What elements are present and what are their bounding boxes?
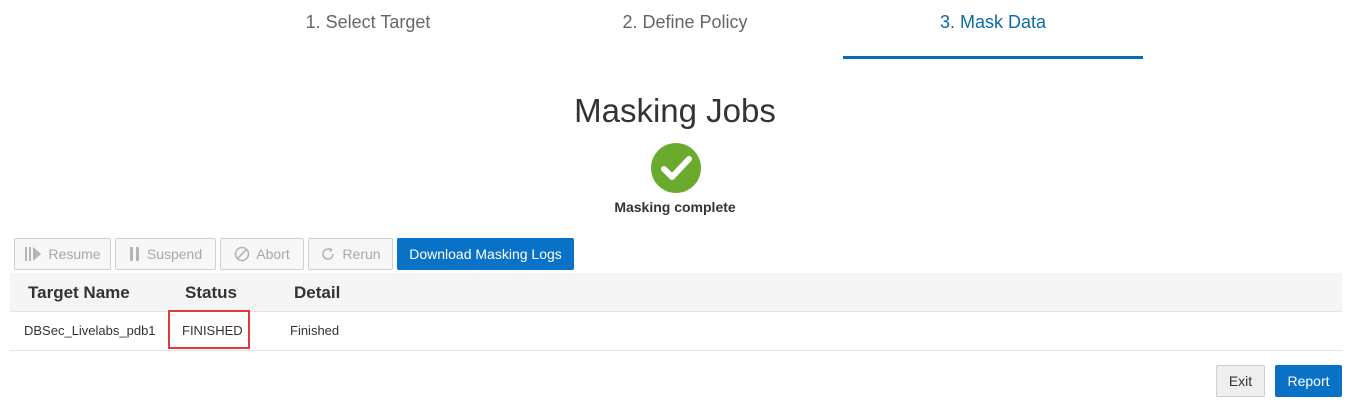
- suspend-icon: [129, 247, 139, 261]
- column-header-target-name[interactable]: Target Name: [28, 283, 130, 303]
- step-select-target[interactable]: 1. Select Target: [218, 12, 518, 59]
- status-highlight-box: [168, 310, 250, 349]
- download-masking-logs-button[interactable]: Download Masking Logs: [397, 238, 574, 270]
- column-header-detail[interactable]: Detail: [294, 283, 340, 303]
- step-mask-data[interactable]: 3. Mask Data: [843, 12, 1143, 59]
- status-message: Masking complete: [614, 199, 736, 215]
- abort-button[interactable]: Abort: [220, 238, 304, 270]
- page-title: Masking Jobs: [574, 92, 776, 129]
- cell-target-name: DBSec_Livelabs_pdb1: [24, 323, 156, 338]
- suspend-button[interactable]: Suspend: [115, 238, 216, 270]
- rerun-button[interactable]: Rerun: [308, 238, 393, 270]
- rerun-label: Rerun: [342, 246, 381, 262]
- resume-label: Resume: [48, 246, 101, 262]
- cell-detail: Finished: [290, 323, 340, 338]
- wizard-steps: 1. Select Target 2. Define Policy 3. Mas…: [0, 0, 1350, 60]
- abort-icon: [234, 246, 250, 262]
- table-header: Target Name Status Detail: [10, 273, 1342, 312]
- resume-button[interactable]: Resume: [14, 238, 111, 270]
- step-define-policy[interactable]: 2. Define Policy: [535, 12, 835, 59]
- check-circle-icon: [651, 143, 701, 193]
- suspend-label: Suspend: [146, 246, 203, 262]
- abort-label: Abort: [256, 246, 290, 262]
- column-header-status[interactable]: Status: [185, 283, 237, 303]
- report-button[interactable]: Report: [1275, 365, 1342, 397]
- rerun-icon: [322, 247, 335, 260]
- resume-icon: [25, 247, 42, 261]
- exit-button[interactable]: Exit: [1216, 365, 1265, 397]
